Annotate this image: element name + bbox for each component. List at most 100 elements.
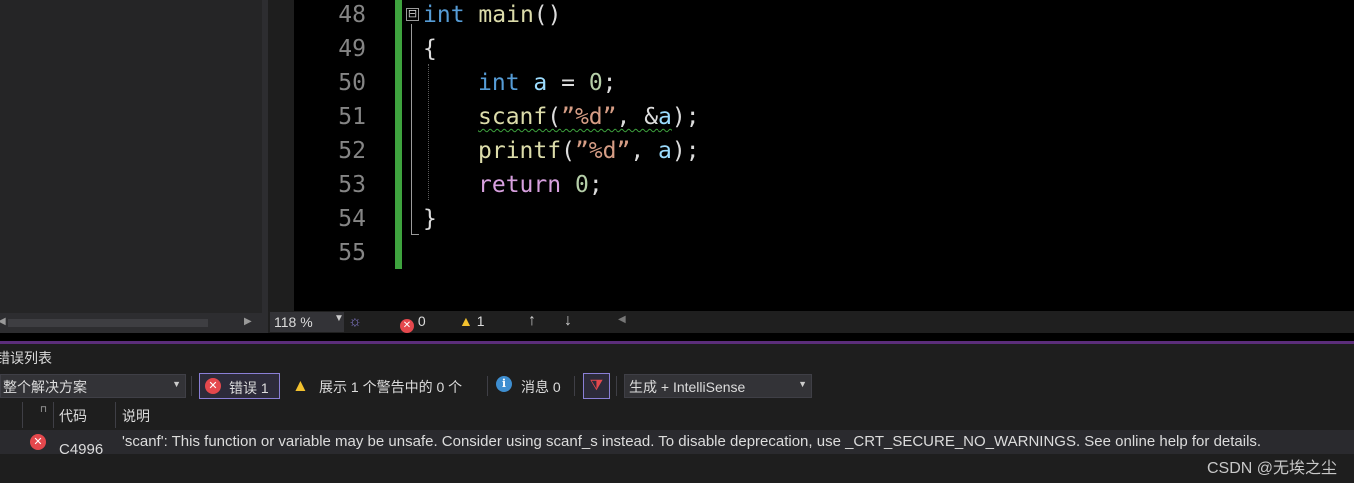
token-number: 0 (574, 172, 589, 198)
next-issue-icon[interactable]: ↓ (564, 312, 572, 330)
warning-icon: ▲ (459, 313, 473, 329)
error-icon: ✕ (400, 319, 414, 333)
token-punct: () (533, 2, 562, 28)
line-number: 48 (338, 2, 366, 28)
error-icon: ✕ (205, 378, 221, 394)
warning-count-indicator[interactable]: ▲ 1 (459, 313, 485, 329)
warnings-filter-label: 展示 1 个警告中的 0 个 (319, 379, 463, 395)
column-header-code[interactable]: 代码 (59, 406, 87, 426)
code-line-54[interactable]: } (423, 202, 437, 236)
table-row[interactable]: ✕ C4996 'scanf': This function or variab… (0, 430, 1354, 458)
token-punct: ( (561, 138, 575, 164)
token-keyword: return (478, 172, 562, 198)
build-source-value: 生成 + IntelliSense (629, 379, 746, 395)
token-function: scanf (478, 104, 548, 130)
chevron-down-icon: ▼ (172, 379, 181, 389)
warning-icon: ▲ (292, 376, 309, 395)
token-variable: a (658, 138, 672, 164)
line-number: 54 (338, 206, 366, 232)
zoom-dropdown[interactable]: 118 % ▼ (270, 312, 344, 332)
column-header-description[interactable]: 说明 (122, 406, 150, 426)
chevron-down-icon: ▼ (334, 313, 344, 324)
divider (487, 376, 488, 396)
line-number: 52 (338, 138, 366, 164)
error-description: 'scanf': This function or variable may b… (122, 433, 1262, 450)
build-source-dropdown[interactable]: 生成 + IntelliSense ▼ (624, 374, 812, 398)
error-list-column-header: ⊓ 代码 说明 (0, 402, 1354, 428)
panel-title: 错误列表 (0, 350, 52, 366)
editor-glyph-margin (268, 0, 294, 311)
messages-filter-label: 消息 0 (521, 379, 561, 395)
token-punct: , & (616, 104, 659, 130)
token-keyword: int (423, 2, 465, 28)
previous-issue-icon[interactable]: ↑ (528, 312, 536, 330)
token-variable: a (658, 104, 672, 130)
token-brace: } (423, 206, 437, 232)
divider (191, 376, 192, 396)
error-icon: ✕ (30, 434, 46, 450)
token-punct: ; (602, 70, 617, 96)
scrollbar-thumb[interactable] (8, 319, 208, 327)
token-operator: = (547, 70, 589, 96)
warning-squiggle[interactable]: scanf(”%d”, &a (478, 104, 672, 130)
watermark: CSDN @无埃之尘 (1206, 460, 1337, 477)
error-count-indicator[interactable]: ✕ 0 (400, 313, 426, 333)
line-number: 55 (338, 240, 366, 266)
token-function: main (478, 2, 534, 28)
filter-icon[interactable]: ⧩ (583, 373, 610, 399)
error-count: 0 (417, 313, 426, 329)
chevron-down-icon: ▼ (798, 379, 807, 389)
scroll-right-icon[interactable]: ▶ (244, 316, 254, 330)
change-tracking-bar (395, 0, 402, 269)
scope-dropdown[interactable]: 整个解决方案 ▼ (0, 374, 186, 398)
code-cleanup-icon[interactable]: ☼ (346, 313, 364, 331)
error-list-toolbar: 整个解决方案 ▼ ✕ 错误 1 ▲ 展示 1 个警告中的 0 个 i 消息 0 … (0, 372, 1354, 400)
warning-count: 1 (476, 313, 485, 329)
outline-line (411, 24, 412, 234)
scroll-left-icon[interactable]: ◀ (0, 316, 8, 330)
line-number: 49 (338, 36, 366, 62)
solution-explorer-pane (0, 0, 262, 333)
token-string: ”%d” (561, 104, 617, 130)
code-line-52[interactable]: printf(”%d”, a); (478, 134, 700, 168)
indent-guide (428, 64, 429, 200)
editor-status-bar: 118 % ▼ ☼ ✕ 0 ▲ 1 ↑ ↓ ◀ (268, 311, 1354, 333)
zoom-value: 118 % (274, 314, 313, 330)
errors-filter-label: 错误 1 (229, 380, 269, 396)
scope-value: 整个解决方案 (3, 379, 87, 395)
token-variable: a (533, 70, 548, 96)
left-pane-horizontal-scrollbar[interactable]: ◀ ▶ (0, 313, 262, 333)
divider (616, 376, 617, 396)
errors-filter-button[interactable]: ✕ 错误 1 (199, 373, 280, 399)
token-punct: ); (671, 104, 700, 130)
line-number: 53 (338, 172, 366, 198)
code-line-48[interactable]: int main() (423, 0, 562, 32)
code-line-49[interactable]: { (423, 32, 437, 66)
error-list-panel: 错误列表 整个解决方案 ▼ ✕ 错误 1 ▲ 展示 1 个警告中的 0 个 i … (0, 344, 1354, 483)
code-line-53[interactable]: return 0; (478, 168, 603, 202)
column-divider[interactable] (115, 402, 116, 428)
token-function: printf (478, 138, 562, 164)
error-code: C4996 (59, 441, 104, 458)
token-punct: ); (671, 138, 700, 164)
code-line-51[interactable]: scanf(”%d”, &a); (478, 100, 700, 134)
token-punct: , (630, 138, 659, 164)
line-number: 50 (338, 70, 366, 96)
code-editor[interactable]: ⊟ 48 49 50 51 52 53 54 55 int main() { i… (294, 0, 1354, 311)
code-line-50[interactable]: int a = 0; (478, 66, 617, 100)
scroll-left-icon[interactable]: ◀ (618, 314, 626, 325)
line-number: 51 (338, 104, 366, 130)
token-brace: { (423, 36, 437, 62)
token-keyword: int (478, 70, 520, 96)
token-punct: ( (547, 104, 562, 130)
divider (574, 376, 575, 396)
token-punct: ; (588, 172, 603, 198)
column-divider[interactable] (22, 402, 23, 428)
pin-column-icon[interactable]: ⊓ (40, 404, 47, 415)
collapse-icon[interactable]: ⊟ (406, 8, 419, 21)
token-number: 0 (588, 70, 603, 96)
column-divider[interactable] (53, 402, 54, 428)
outline-end (411, 234, 419, 235)
token-string: ”%d” (574, 138, 631, 164)
info-icon: i (496, 376, 512, 392)
